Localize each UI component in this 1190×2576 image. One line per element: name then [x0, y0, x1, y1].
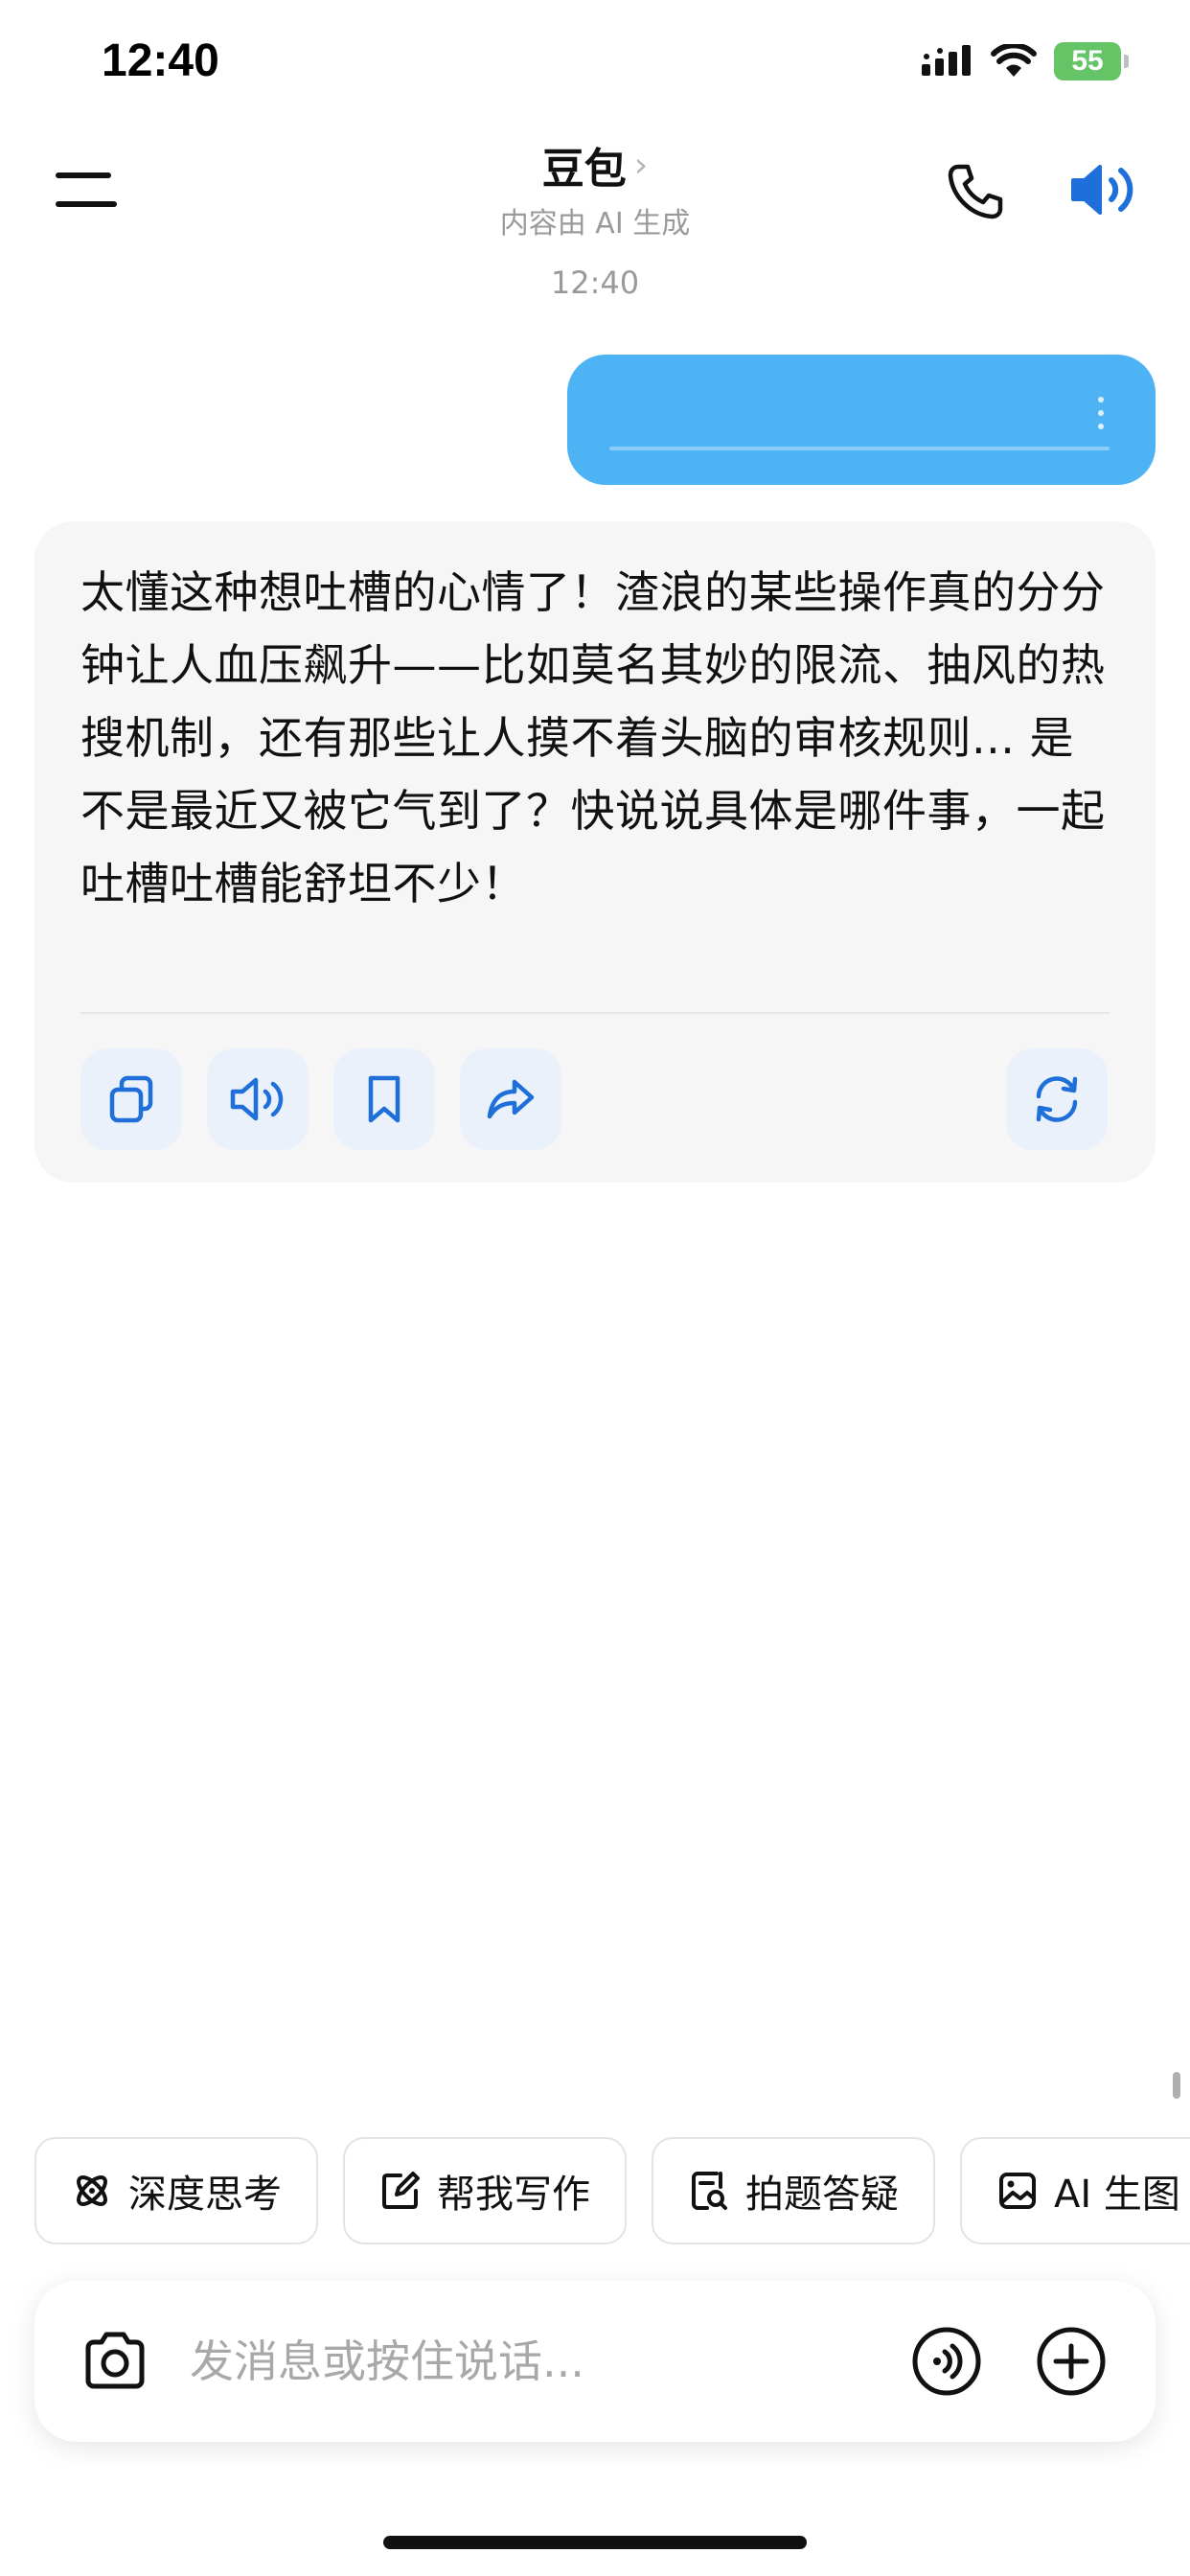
- chip-writing[interactable]: 帮我写作: [343, 2137, 627, 2244]
- battery-tip: [1124, 55, 1129, 68]
- atom-icon: [77, 2175, 107, 2206]
- battery-level: 55: [1054, 42, 1121, 80]
- wifi-icon: [991, 44, 1037, 77]
- ai-message-card: 太懂这种想吐槽的心情了！渣浪的某些操作真的分分钟让人血压飙升——比如莫名其妙的限…: [34, 521, 1156, 1183]
- refresh-icon: [1036, 1076, 1078, 1122]
- status-time: 12:40: [102, 35, 219, 86]
- copy-icon: [109, 1075, 153, 1123]
- copy-button[interactable]: [80, 1048, 182, 1150]
- chip-photo-question[interactable]: 拍题答疑: [652, 2137, 935, 2244]
- chat-screen: 12:40 55 豆包 › 内容由 AI 生成 12:40 太懂这种想吐槽的心情…: [0, 0, 1190, 2576]
- battery-indicator: 55: [1054, 42, 1129, 80]
- chevron-right-icon: ›: [633, 145, 649, 185]
- message-input[interactable]: [188, 2323, 858, 2400]
- scrollbar-thumb[interactable]: [1173, 2072, 1180, 2099]
- chip-label: 深度思考: [128, 2173, 282, 2217]
- bubble-line: [609, 447, 1110, 450]
- page-title[interactable]: 豆包 ›: [542, 134, 648, 196]
- share-button[interactable]: [460, 1048, 561, 1150]
- cellular-signal-icon: [922, 45, 971, 76]
- status-icons: 55: [922, 42, 1129, 80]
- header-title-area[interactable]: 豆包 › 内容由 AI 生成: [0, 134, 1190, 242]
- quick-action-chips: 深度思考 帮我写作 拍题答疑 AI 生图: [34, 2137, 1190, 2244]
- message-timestamp: 12:40: [550, 264, 640, 301]
- share-arrow-icon: [487, 1079, 535, 1119]
- bubble-dots: [1098, 397, 1106, 437]
- chip-label: AI 生图: [1054, 2173, 1180, 2217]
- home-indicator[interactable]: [383, 2536, 807, 2549]
- plus-icon[interactable]: [1035, 2325, 1108, 2398]
- message-input-bar: [34, 2281, 1156, 2442]
- divider: [80, 1012, 1110, 1014]
- read-aloud-button[interactable]: [207, 1048, 309, 1150]
- bookmark-button[interactable]: [333, 1048, 435, 1150]
- speaker-outline-icon: [230, 1077, 284, 1121]
- edit-icon: [382, 2172, 420, 2209]
- chip-label: 帮我写作: [437, 2173, 590, 2217]
- user-message-bubble[interactable]: [567, 355, 1156, 485]
- chip-ai-image[interactable]: AI 生图: [960, 2137, 1190, 2244]
- camera-icon[interactable]: [79, 2325, 151, 2398]
- chip-deep-thinking[interactable]: 深度思考: [34, 2137, 318, 2244]
- regenerate-button[interactable]: [1006, 1048, 1108, 1150]
- page-title-text: 豆包: [541, 145, 627, 194]
- voice-input-icon[interactable]: [910, 2325, 983, 2398]
- chip-label: 拍题答疑: [745, 2173, 899, 2217]
- phone-call-icon[interactable]: [945, 161, 1006, 222]
- ai-disclaimer: 内容由 AI 生成: [499, 207, 691, 241]
- speaker-icon[interactable]: [1069, 159, 1138, 220]
- image-icon: [999, 2173, 1036, 2209]
- doc-search-icon: [692, 2172, 727, 2210]
- ai-message-text: 太懂这种想吐槽的心情了！渣浪的某些操作真的分分钟让人血压飙升——比如莫名其妙的限…: [80, 566, 1106, 909]
- bookmark-icon: [368, 1075, 400, 1123]
